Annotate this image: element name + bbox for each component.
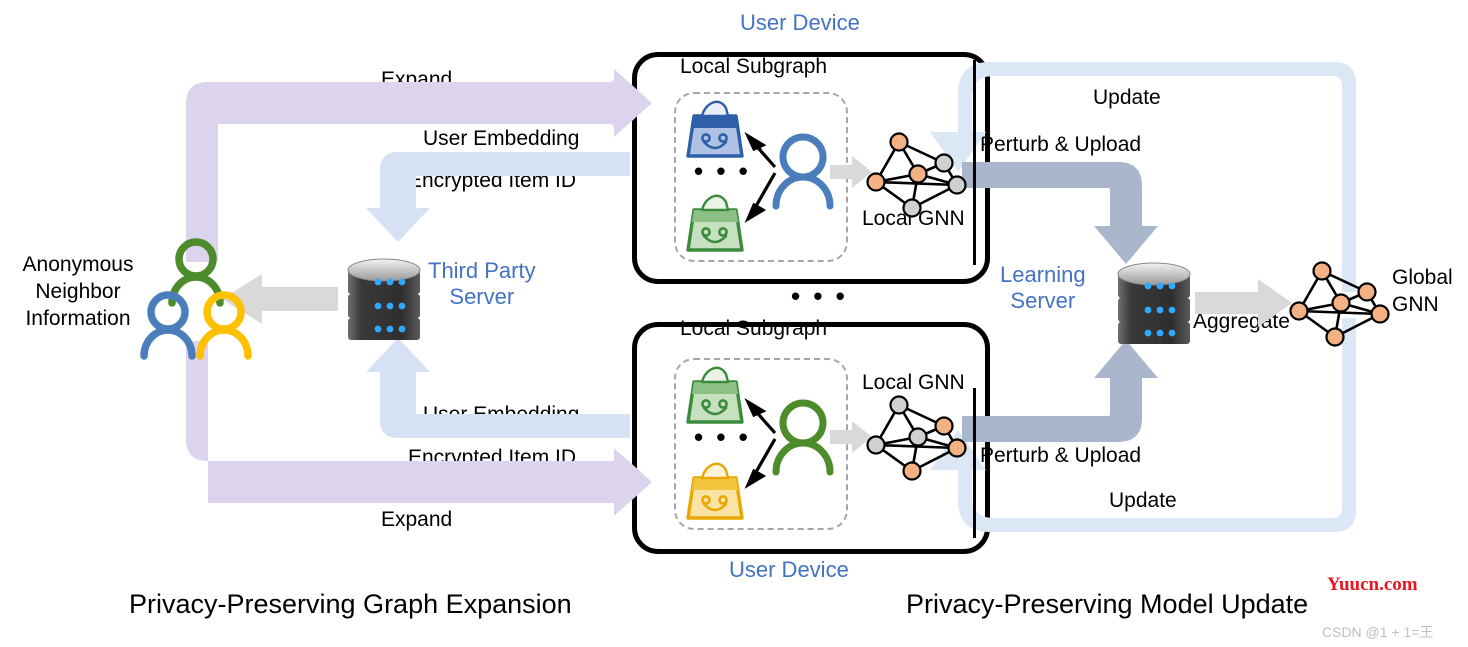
item-bag-icon-green-bottom	[686, 366, 744, 424]
local-gnn-graph-top	[866, 132, 967, 218]
subgraph-edges-top	[744, 131, 777, 223]
person-icon-blue	[140, 291, 196, 360]
learning-server-icon	[1117, 262, 1191, 344]
subgraph-edges-bottom	[744, 397, 777, 489]
diagram-canvas: Anonymous Neighbor Information Third Par…	[0, 0, 1468, 647]
item-bag-icon-yellow	[686, 462, 744, 520]
item-bag-icon-green-top	[686, 194, 744, 252]
divider-right-top	[973, 60, 976, 265]
icon-layer	[140, 100, 1390, 520]
anonymous-neighbor-people	[140, 238, 252, 360]
local-user-icon-top	[772, 133, 834, 210]
third-party-server-icon	[347, 258, 421, 340]
global-gnn-graph	[1289, 261, 1390, 347]
local-user-icon-bottom	[772, 399, 834, 476]
divider-right-bottom	[973, 388, 976, 538]
person-icon-yellow	[196, 291, 252, 360]
item-bag-icon-blue	[686, 100, 744, 158]
local-gnn-graph-bottom	[866, 395, 967, 481]
person-icon-green	[168, 238, 224, 307]
